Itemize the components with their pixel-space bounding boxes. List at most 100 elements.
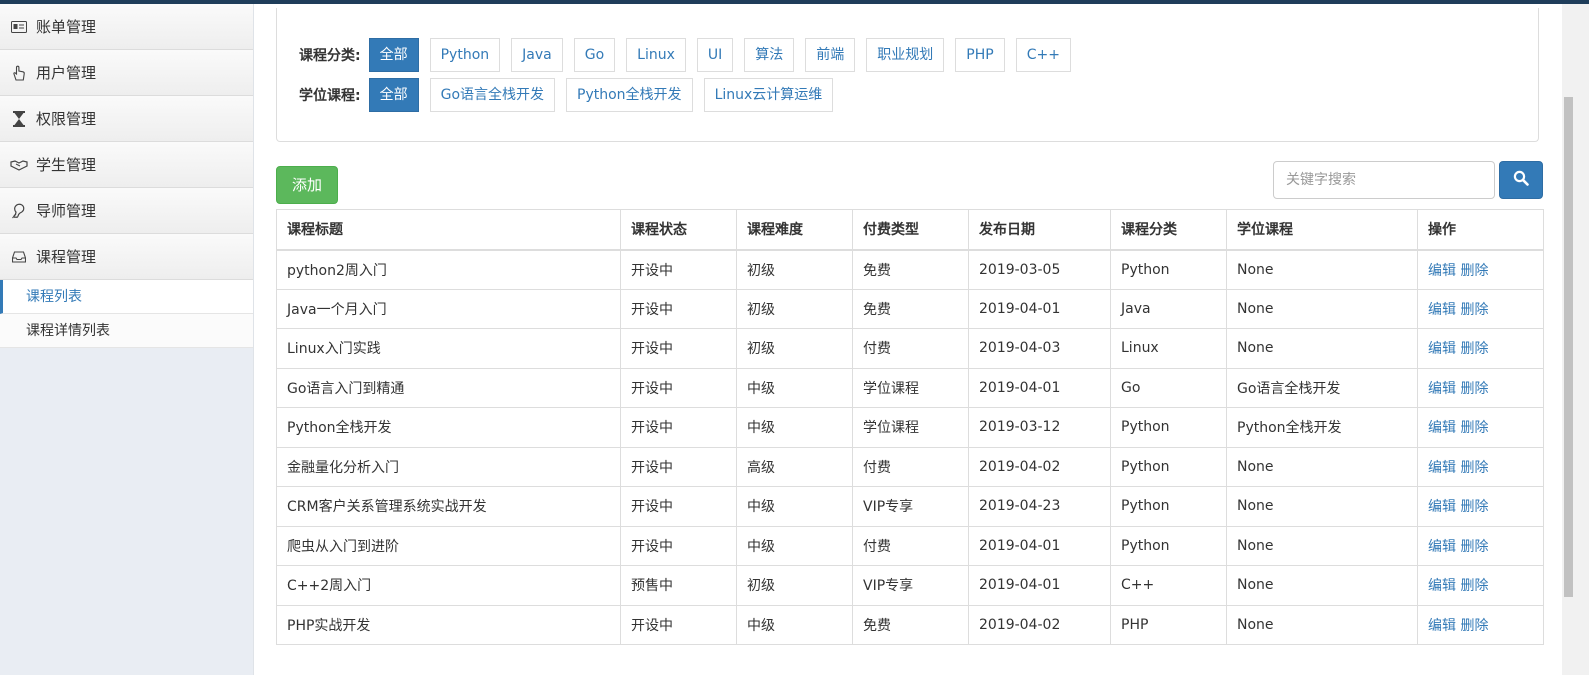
table-row: PHP实战开发 开设中 中级 免费 2019-04-02 PHP None 编辑 删除 xyxy=(276,604,1544,645)
sidebar-item-label: 导师管理 xyxy=(36,202,97,220)
table-row: 金融量化分析入门 开设中 高级 付费 2019-04-02 Python None 编辑 删除 xyxy=(276,446,1544,487)
edit-link[interactable]: 编辑 xyxy=(1428,381,1456,397)
sidebar-item-label: 权限管理 xyxy=(36,110,97,128)
degree-filter-row: 学位课程: 全部 Go语言全栈开发 Python全栈开发 Linux云计算运维 xyxy=(299,78,844,112)
edit-link[interactable]: 编辑 xyxy=(1428,302,1456,318)
submenu-course-list[interactable]: 课程列表 xyxy=(0,280,253,314)
degree-tag-all[interactable]: 全部 xyxy=(368,78,419,112)
delete-link[interactable]: 删除 xyxy=(1460,420,1488,436)
edit-link[interactable]: 编辑 xyxy=(1428,460,1456,476)
delete-link[interactable]: 删除 xyxy=(1460,539,1488,555)
sidebar-item-students[interactable]: 学生管理 xyxy=(0,142,253,188)
column-header-degree[interactable]: 学位课程 xyxy=(1226,209,1418,251)
sidebar-item-users[interactable]: 用户管理 xyxy=(0,50,253,96)
edit-link[interactable]: 编辑 xyxy=(1428,263,1456,279)
cell-actions: 编辑 删除 xyxy=(1417,446,1544,487)
search-icon xyxy=(1513,170,1529,190)
sidebar-item-courses[interactable]: 课程管理 xyxy=(0,234,253,280)
category-tag-career[interactable]: 职业规划 xyxy=(866,38,945,72)
category-filter-row: 课程分类: 全部 Python Java Go Linux UI 算法 前端 职… xyxy=(299,38,1082,72)
edit-link[interactable]: 编辑 xyxy=(1428,420,1456,436)
cell-category: Python xyxy=(1110,446,1227,487)
id-card-icon xyxy=(10,20,28,33)
column-header-title[interactable]: 课程标题 xyxy=(276,209,621,251)
category-tag-all[interactable]: 全部 xyxy=(368,38,419,72)
delete-link[interactable]: 删除 xyxy=(1460,263,1488,279)
category-tag-php[interactable]: PHP xyxy=(955,38,1005,72)
table-row: python2周入门 开设中 初级 免费 2019-03-05 Python None 编辑 … xyxy=(276,249,1544,290)
cell-degree: None xyxy=(1226,328,1418,369)
category-tag-cpp[interactable]: C++ xyxy=(1015,38,1071,72)
table-row: Go语言入门到精通 开设中 中级 学位课程 2019-04-01 Go Go语言全栈开发 编辑… xyxy=(276,367,1544,408)
search-input[interactable] xyxy=(1273,161,1495,199)
delete-link[interactable]: 删除 xyxy=(1460,381,1488,397)
filter-panel: 课程分类: 全部 Python Java Go Linux UI 算法 前端 职… xyxy=(276,8,1539,142)
cell-category: Go xyxy=(1110,367,1227,408)
search-button[interactable] xyxy=(1499,161,1543,199)
add-button[interactable]: 添加 xyxy=(276,166,338,204)
edit-link[interactable]: 编辑 xyxy=(1428,578,1456,594)
hand-icon xyxy=(10,65,28,81)
sidebar-item-permissions[interactable]: 权限管理 xyxy=(0,96,253,142)
handshake-icon xyxy=(10,159,28,171)
delete-link[interactable]: 删除 xyxy=(1460,499,1488,515)
cell-category: C++ xyxy=(1110,565,1227,606)
degree-tag-go-fullstack[interactable]: Go语言全栈开发 xyxy=(429,78,556,112)
cell-actions: 编辑 删除 xyxy=(1417,565,1544,606)
delete-link[interactable]: 删除 xyxy=(1460,618,1488,634)
category-tag-java[interactable]: Java xyxy=(511,38,563,72)
category-tag-ui[interactable]: UI xyxy=(696,38,734,72)
sidebar-item-label: 账单管理 xyxy=(36,18,97,36)
cell-title: 金融量化分析入门 xyxy=(276,446,621,487)
column-header-status[interactable]: 课程状态 xyxy=(620,209,737,251)
submenu-course-detail-list[interactable]: 课程详情列表 xyxy=(0,314,253,348)
column-header-difficulty[interactable]: 课程难度 xyxy=(736,209,853,251)
scrollbar[interactable] xyxy=(1562,4,1589,675)
cell-status: 开设中 xyxy=(620,288,737,329)
degree-tag-linux-ops[interactable]: Linux云计算运维 xyxy=(703,78,834,112)
delete-link[interactable]: 删除 xyxy=(1460,302,1488,318)
sidebar-item-tutors[interactable]: 导师管理 xyxy=(0,188,253,234)
course-table: 课程标题 课程状态 课程难度 付费类型 发布日期 课程分类 学位课程 操作 py… xyxy=(276,209,1544,645)
cell-payment: 免费 xyxy=(852,604,969,645)
edit-link[interactable]: 编辑 xyxy=(1428,341,1456,357)
category-tag-linux[interactable]: Linux xyxy=(626,38,686,72)
column-header-date[interactable]: 发布日期 xyxy=(968,209,1111,251)
scrollbar-thumb[interactable] xyxy=(1564,97,1573,597)
category-tag-python[interactable]: Python xyxy=(429,38,501,72)
delete-link[interactable]: 删除 xyxy=(1460,460,1488,476)
delete-link[interactable]: 删除 xyxy=(1460,341,1488,357)
column-header-payment[interactable]: 付费类型 xyxy=(852,209,969,251)
cell-title: Linux入门实践 xyxy=(276,328,621,369)
column-header-actions: 操作 xyxy=(1417,209,1544,251)
sidebar: 账单管理 用户管理 权限管理 学生管理 导师管理 课程管理 课程列表 课程详情列… xyxy=(0,4,254,675)
category-tag-go[interactable]: Go xyxy=(573,38,616,72)
cell-payment: VIP专享 xyxy=(852,486,969,527)
column-header-category[interactable]: 课程分类 xyxy=(1110,209,1227,251)
edit-link[interactable]: 编辑 xyxy=(1428,618,1456,634)
cell-degree: None xyxy=(1226,604,1418,645)
category-tag-algorithm[interactable]: 算法 xyxy=(744,38,795,72)
cell-category: Java xyxy=(1110,288,1227,329)
cell-date: 2019-03-05 xyxy=(968,249,1111,290)
cell-title: Go语言入门到精通 xyxy=(276,367,621,408)
sidebar-item-billing[interactable]: 账单管理 xyxy=(0,4,253,50)
cell-title: CRM客户关系管理系统实战开发 xyxy=(276,486,621,527)
sidebar-item-label: 学生管理 xyxy=(36,156,97,174)
cell-degree: Go语言全栈开发 xyxy=(1226,367,1418,408)
delete-link[interactable]: 删除 xyxy=(1460,578,1488,594)
cell-degree: None xyxy=(1226,249,1418,290)
table-row: CRM客户关系管理系统实战开发 开设中 中级 VIP专享 2019-04-23 Pytho… xyxy=(276,486,1544,527)
cell-category: PHP xyxy=(1110,604,1227,645)
edit-link[interactable]: 编辑 xyxy=(1428,499,1456,515)
table-row: C++2周入门 预售中 初级 VIP专享 2019-04-01 C++ None 编辑 删除 xyxy=(276,565,1544,606)
cell-date: 2019-04-02 xyxy=(968,604,1111,645)
category-filter-label: 课程分类: xyxy=(299,48,361,64)
cell-degree: None xyxy=(1226,486,1418,527)
degree-tag-python-fullstack[interactable]: Python全栈开发 xyxy=(566,78,693,112)
table-row: Linux入门实践 开设中 初级 付费 2019-04-03 Linux None 编辑 删除 xyxy=(276,328,1544,369)
cell-status: 开设中 xyxy=(620,249,737,290)
category-tag-frontend[interactable]: 前端 xyxy=(805,38,856,72)
cell-status: 开设中 xyxy=(620,367,737,408)
edit-link[interactable]: 编辑 xyxy=(1428,539,1456,555)
